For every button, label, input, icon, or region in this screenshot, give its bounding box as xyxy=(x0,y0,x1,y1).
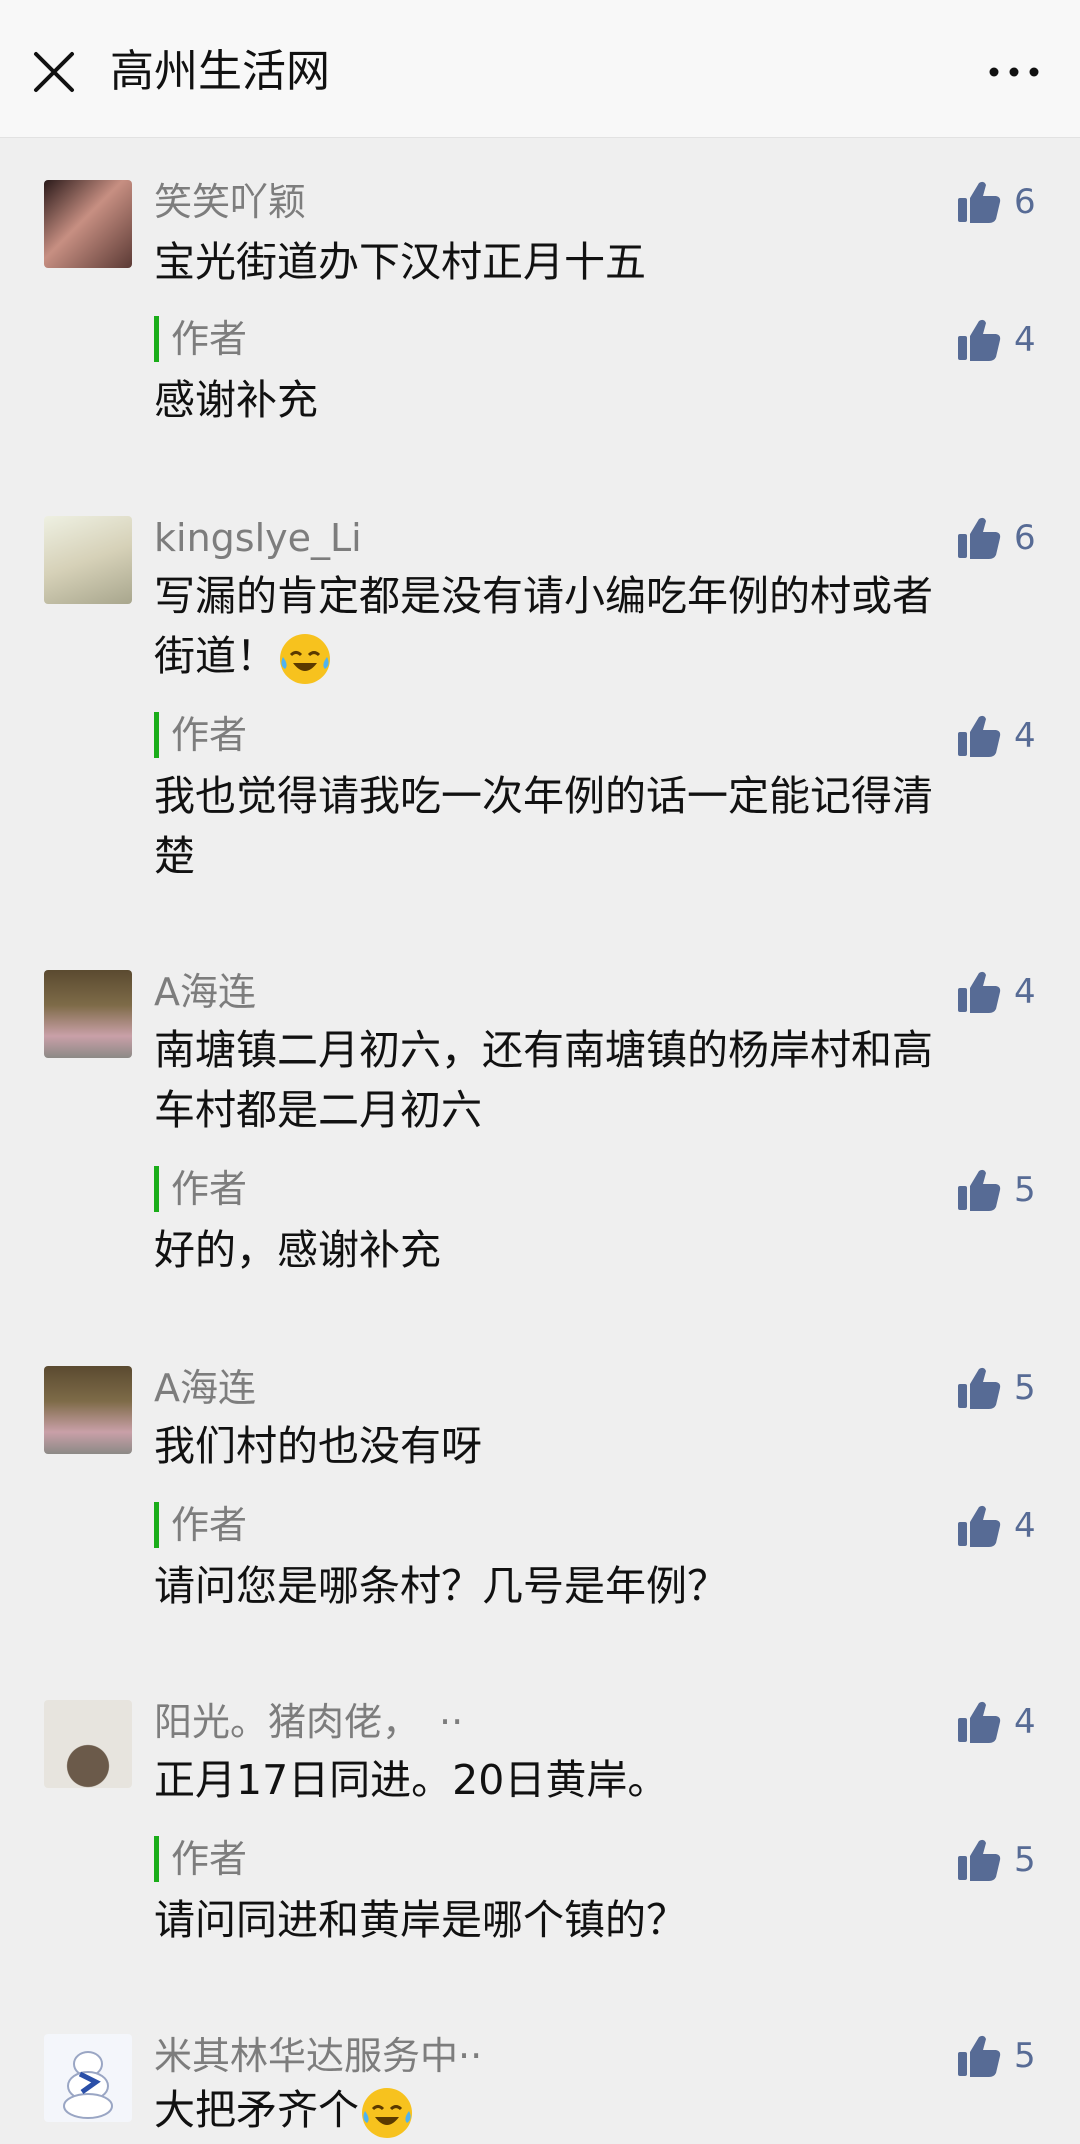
avatar[interactable] xyxy=(44,516,132,604)
avatar[interactable] xyxy=(44,2034,132,2122)
author-label: 作者 xyxy=(154,316,247,362)
avatar[interactable] xyxy=(44,1700,132,1788)
crying-laughing-emoji-icon xyxy=(280,634,330,684)
reply-text: 好的，感谢补充 xyxy=(154,1226,441,1274)
comment-nickname[interactable]: kingslye_Li xyxy=(154,512,362,564)
reply-like-button[interactable]: 4 xyxy=(956,314,1036,366)
comment-text-line: 街道！ xyxy=(154,626,1024,687)
thumbs-up-icon xyxy=(956,969,1002,1015)
like-count: 6 xyxy=(1014,182,1036,222)
avatar[interactable] xyxy=(44,970,132,1058)
thumbs-up-icon xyxy=(956,1167,1002,1213)
more-icon[interactable] xyxy=(984,56,1044,88)
like-button[interactable]: 6 xyxy=(956,512,1036,564)
reply-like-button[interactable]: 5 xyxy=(956,1164,1036,1216)
thumbs-up-icon xyxy=(956,1503,1002,1549)
like-button[interactable]: 5 xyxy=(956,2030,1036,2082)
comment-text: 南塘镇二月初六，还有南塘镇的杨岸村和高 车村都是二月初六 xyxy=(154,1020,1024,1140)
thumbs-up-icon xyxy=(956,2033,1002,2079)
like-count: 4 xyxy=(1014,320,1036,360)
like-button[interactable]: 4 xyxy=(956,1696,1036,1748)
close-icon[interactable] xyxy=(32,50,76,94)
comment-text-line: 车村都是二月初六 xyxy=(154,1086,482,1134)
reply-text: 请问您是哪条村？几号是年例？ xyxy=(154,1562,728,1610)
like-count: 5 xyxy=(1014,1840,1036,1880)
reply-text: 我也觉得请我吃一次年例的话一定能记得清 楚 xyxy=(154,766,1024,886)
reply-text: 请问同进和黄岸是哪个镇的？ xyxy=(154,1896,687,1944)
like-count: 4 xyxy=(1014,716,1036,756)
reply-like-button[interactable]: 4 xyxy=(956,710,1036,762)
reply-like-button[interactable]: 4 xyxy=(956,1500,1036,1552)
comment-nickname[interactable]: A海连 xyxy=(154,966,256,1018)
author-label: 作者 xyxy=(154,1836,247,1882)
like-button[interactable]: 6 xyxy=(956,176,1036,228)
comment-text-line-2: 街道！ xyxy=(154,632,277,680)
author-label: 作者 xyxy=(154,1502,247,1548)
michelin-mascot-icon xyxy=(63,2051,113,2119)
like-count: 6 xyxy=(1014,518,1036,558)
top-bar: 高州生活网 xyxy=(0,0,1080,138)
comment-nickname[interactable]: 米其林华达服务中·· xyxy=(154,2030,482,2082)
thumbs-up-icon xyxy=(956,515,1002,561)
page-title: 高州生活网 xyxy=(110,46,330,97)
reply-text-line: 楚 xyxy=(154,832,195,880)
thumbs-up-icon xyxy=(956,713,1002,759)
author-label: 作者 xyxy=(154,712,247,758)
comment-text: 我们村的也没有呀 xyxy=(154,1422,482,1470)
like-count: 4 xyxy=(1014,1506,1036,1546)
reply-text: 感谢补充 xyxy=(154,376,318,424)
comment-text-line: 大把矛齐个 xyxy=(154,2086,359,2134)
comment-text-line: 南塘镇二月初六，还有南塘镇的杨岸村和高 xyxy=(154,1026,933,1074)
thumbs-up-icon xyxy=(956,1699,1002,1745)
comment-nickname[interactable]: A海连 xyxy=(154,1362,256,1414)
like-count: 4 xyxy=(1014,1702,1036,1742)
like-count: 4 xyxy=(1014,972,1036,1012)
comment-text: 宝光街道办下汉村正月十五 xyxy=(154,238,646,286)
avatar[interactable] xyxy=(44,180,132,268)
comment-text: 大把矛齐个 xyxy=(154,2080,1024,2141)
comment-text-line: 写漏的肯定都是没有请小编吃年例的村或者 xyxy=(154,572,933,620)
like-count: 5 xyxy=(1014,1170,1036,1210)
thumbs-up-icon xyxy=(956,179,1002,225)
thumbs-up-icon xyxy=(956,1365,1002,1411)
comment-text: 写漏的肯定都是没有请小编吃年例的村或者 街道！ xyxy=(154,566,1024,687)
comment-text: 正月17日同进。20日黄岸。 xyxy=(154,1756,669,1804)
like-count: 5 xyxy=(1014,1368,1036,1408)
comment-nickname[interactable]: 笑笑吖颖 xyxy=(154,176,306,228)
thumbs-up-icon xyxy=(956,1837,1002,1883)
thumbs-up-icon xyxy=(956,317,1002,363)
like-button[interactable]: 5 xyxy=(956,1362,1036,1414)
author-label: 作者 xyxy=(154,1166,247,1212)
like-count: 5 xyxy=(1014,2036,1036,2076)
reply-text-line: 我也觉得请我吃一次年例的话一定能记得清 xyxy=(154,772,933,820)
avatar[interactable] xyxy=(44,1366,132,1454)
like-button[interactable]: 4 xyxy=(956,966,1036,1018)
crying-laughing-emoji-icon xyxy=(362,2088,412,2138)
reply-like-button[interactable]: 5 xyxy=(956,1834,1036,1886)
comment-nickname[interactable]: 阳光。猪肉佬， ·· xyxy=(154,1696,463,1748)
